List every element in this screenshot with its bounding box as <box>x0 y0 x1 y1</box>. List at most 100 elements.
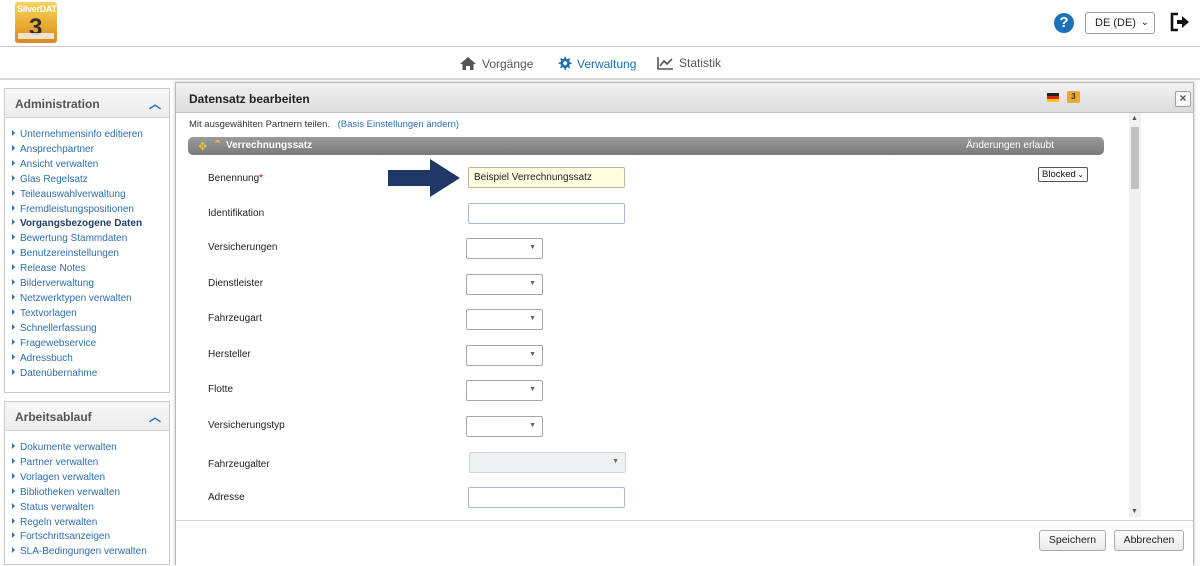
hersteller-dropdown[interactable]: ▼ <box>466 345 543 366</box>
silverdat-logo-icon[interactable]: 3 <box>1067 91 1080 103</box>
annotation-arrow-icon <box>388 159 460 197</box>
scroll-up-icon[interactable]: ▲ <box>1131 115 1138 122</box>
sidebar-item-sla[interactable]: SLA-Bedingungen verwalten <box>12 545 169 560</box>
nav-item-statistik[interactable]: Statistik <box>657 56 721 70</box>
flotte-dropdown[interactable]: ▼ <box>466 380 543 401</box>
sidebar-item-label: Datenübernahme <box>20 367 98 379</box>
benennung-input[interactable]: Beispiel Verrechnungssatz <box>468 167 625 188</box>
sidebar-item-label: Dokumente verwalten <box>20 442 117 453</box>
sidebar-item-vorlagen[interactable]: Vorlagen verwalten <box>12 471 169 486</box>
bullet-icon <box>12 144 15 151</box>
dropdown-arrow-icon: ▼ <box>529 315 536 322</box>
dropdown-arrow-icon: ▼ <box>529 422 536 429</box>
german-flag-icon[interactable] <box>1047 93 1059 102</box>
share-text: Mit ausgewählten Partnern teilen. <box>189 119 330 130</box>
sidebar-item-teileauswahl[interactable]: Teileauswahlverwaltung <box>12 188 169 203</box>
chevron-up-icon[interactable]: ︿ <box>149 408 161 425</box>
sidebar-item-bibliotheken[interactable]: Bibliotheken verwalten <box>12 486 169 501</box>
bullet-icon <box>12 353 15 360</box>
sidebar-item-schnellerfassung[interactable]: Schnellerfassung <box>12 322 169 337</box>
sidebar-item-datenuebernahme[interactable]: Datenübernahme <box>12 367 169 382</box>
sidebar-item-label: Fremdleistungspositionen <box>20 203 134 215</box>
sidebar-item-dokumente[interactable]: Dokumente verwalten <box>12 441 169 456</box>
dropdown-arrow-icon: ▼ <box>529 386 536 393</box>
language-select[interactable]: DE (DE) ⌄ <box>1085 12 1155 34</box>
bullet-icon <box>12 368 15 375</box>
logo-text: SilverDAT <box>17 4 57 14</box>
blocked-select[interactable]: Blocked ⌄ <box>1038 167 1088 182</box>
save-button[interactable]: Speichern <box>1039 530 1106 551</box>
sidebar-item-ansprechpartner[interactable]: Ansprechpartner <box>12 143 169 158</box>
fahrzeugart-label: Fahrzeugart <box>208 313 262 324</box>
bullet-icon <box>12 219 15 226</box>
sidebar-item-textvorlagen[interactable]: Textvorlagen <box>12 307 169 322</box>
required-marker: * <box>259 173 264 184</box>
bullet-icon <box>12 264 15 271</box>
scroll-down-icon[interactable]: ▼ <box>1131 508 1138 515</box>
sidebar-item-label: Vorgangsbezogene Daten <box>20 218 143 230</box>
versicherungstyp-dropdown[interactable]: ▼ <box>466 416 543 437</box>
bullet-icon <box>12 502 15 509</box>
panel-header[interactable]: Administration ︿ <box>5 89 169 118</box>
hersteller-label: Hersteller <box>208 349 251 360</box>
chevron-up-icon[interactable]: ︿ <box>149 95 161 112</box>
sidebar-item-status[interactable]: Status verwalten <box>12 501 169 516</box>
cancel-button[interactable]: Abbrechen <box>1114 530 1184 551</box>
bullet-icon <box>12 547 15 554</box>
sidebar-item-ansicht[interactable]: Ansicht verwalten <box>12 158 169 173</box>
nav-item-vorgaenge[interactable]: Vorgänge <box>459 56 533 71</box>
chart-icon <box>657 57 673 70</box>
help-icon[interactable]: ? <box>1054 13 1074 33</box>
logo-decoration <box>18 33 54 39</box>
app-logo[interactable]: SilverDAT 3 <box>15 2 57 43</box>
sidebar-item-label: Ansprechpartner <box>20 143 94 155</box>
logout-icon[interactable] <box>1170 12 1190 32</box>
sidebar-item-label: Teileauswahlverwaltung <box>20 188 126 200</box>
sidebar-item-vorgangsbezogene-daten[interactable]: Vorgangsbezogene Daten <box>12 217 169 232</box>
sidebar-item-label: Adressbuch <box>20 352 73 364</box>
sidebar-item-fragewebservice[interactable]: Fragewebservice <box>12 337 169 352</box>
gear-icon <box>558 56 572 70</box>
sidebar-item-netzwerktypen[interactable]: Netzwerktypen verwalten <box>12 292 169 307</box>
panel-title: Administration <box>15 97 100 111</box>
sidebar-item-bilderverwaltung[interactable]: Bilderverwaltung <box>12 277 169 292</box>
fahrzeugalter-dropdown[interactable]: ▼ <box>469 452 626 473</box>
sidebar-item-glas-regelsatz[interactable]: Glas Regelsatz <box>12 173 169 188</box>
scroll-thumb[interactable] <box>1131 127 1139 189</box>
nav-item-verwaltung[interactable]: Verwaltung <box>557 56 636 71</box>
sidebar-item-label: Partner verwalten <box>20 456 99 468</box>
fahrzeugart-dropdown[interactable]: ▼ <box>466 309 543 330</box>
sidebar-item-benutzereinstellungen[interactable]: Benutzereinstellungen <box>12 247 169 262</box>
sidebar-item-bewertung[interactable]: Bewertung Stammdaten <box>12 232 169 247</box>
sidebar-item-label: Bewertung Stammdaten <box>20 233 128 245</box>
close-button[interactable]: × <box>1175 91 1191 107</box>
nav-label: Verwaltung <box>577 56 637 71</box>
dialog-footer: Speichern Abbrechen <box>176 520 1193 566</box>
adresse-input[interactable] <box>468 487 625 508</box>
sidebar-item-label: Unternehmensinfo editieren <box>20 129 143 140</box>
sidebar-item-unternehmensinfo[interactable]: Unternehmensinfo editieren <box>12 128 169 143</box>
sidebar-item-fortschritt[interactable]: Fortschrittsanzeigen <box>12 530 169 545</box>
chevron-double-up-icon[interactable]: ⌃ <box>213 138 222 151</box>
blocked-value: Blocked <box>1042 169 1076 180</box>
form-scrollbar[interactable]: ▲ ▼ <box>1129 113 1141 517</box>
basis-settings-link[interactable]: (Basis Einstellungen ändern) <box>338 119 459 130</box>
dropdown-arrow-icon: ▼ <box>529 244 536 251</box>
panel-header[interactable]: Arbeitsablauf ︿ <box>5 402 169 431</box>
fahrzeugalter-label: Fahrzeugalter <box>208 459 270 470</box>
adresse-label: Adresse <box>208 492 245 503</box>
sidebar-item-fremdleistung[interactable]: Fremdleistungspositionen <box>12 203 169 218</box>
sidebar-item-release-notes[interactable]: Release Notes <box>12 262 169 277</box>
versicherungen-dropdown[interactable]: ▼ <box>466 238 543 259</box>
sidebar-item-adressbuch[interactable]: Adressbuch <box>12 352 169 367</box>
panel-administration: Administration ︿ Unternehmensinfo editie… <box>4 88 170 393</box>
sidebar-item-regeln[interactable]: Regeln verwalten <box>12 516 169 531</box>
sidebar-item-label: Textvorlagen <box>20 307 77 319</box>
sidebar-item-partner[interactable]: Partner verwalten <box>12 456 169 471</box>
flotte-label: Flotte <box>208 384 234 395</box>
section-bar-verrechnungssatz[interactable]: ✥ ⌃ Verrechnungssatz Änderungen erlaubt <box>188 137 1104 155</box>
dienstleister-dropdown[interactable]: ▼ <box>466 274 543 295</box>
drag-handle-icon[interactable]: ✥ <box>198 140 207 153</box>
benennung-label: Benennung* <box>208 173 263 184</box>
identifikation-input[interactable] <box>468 203 625 224</box>
